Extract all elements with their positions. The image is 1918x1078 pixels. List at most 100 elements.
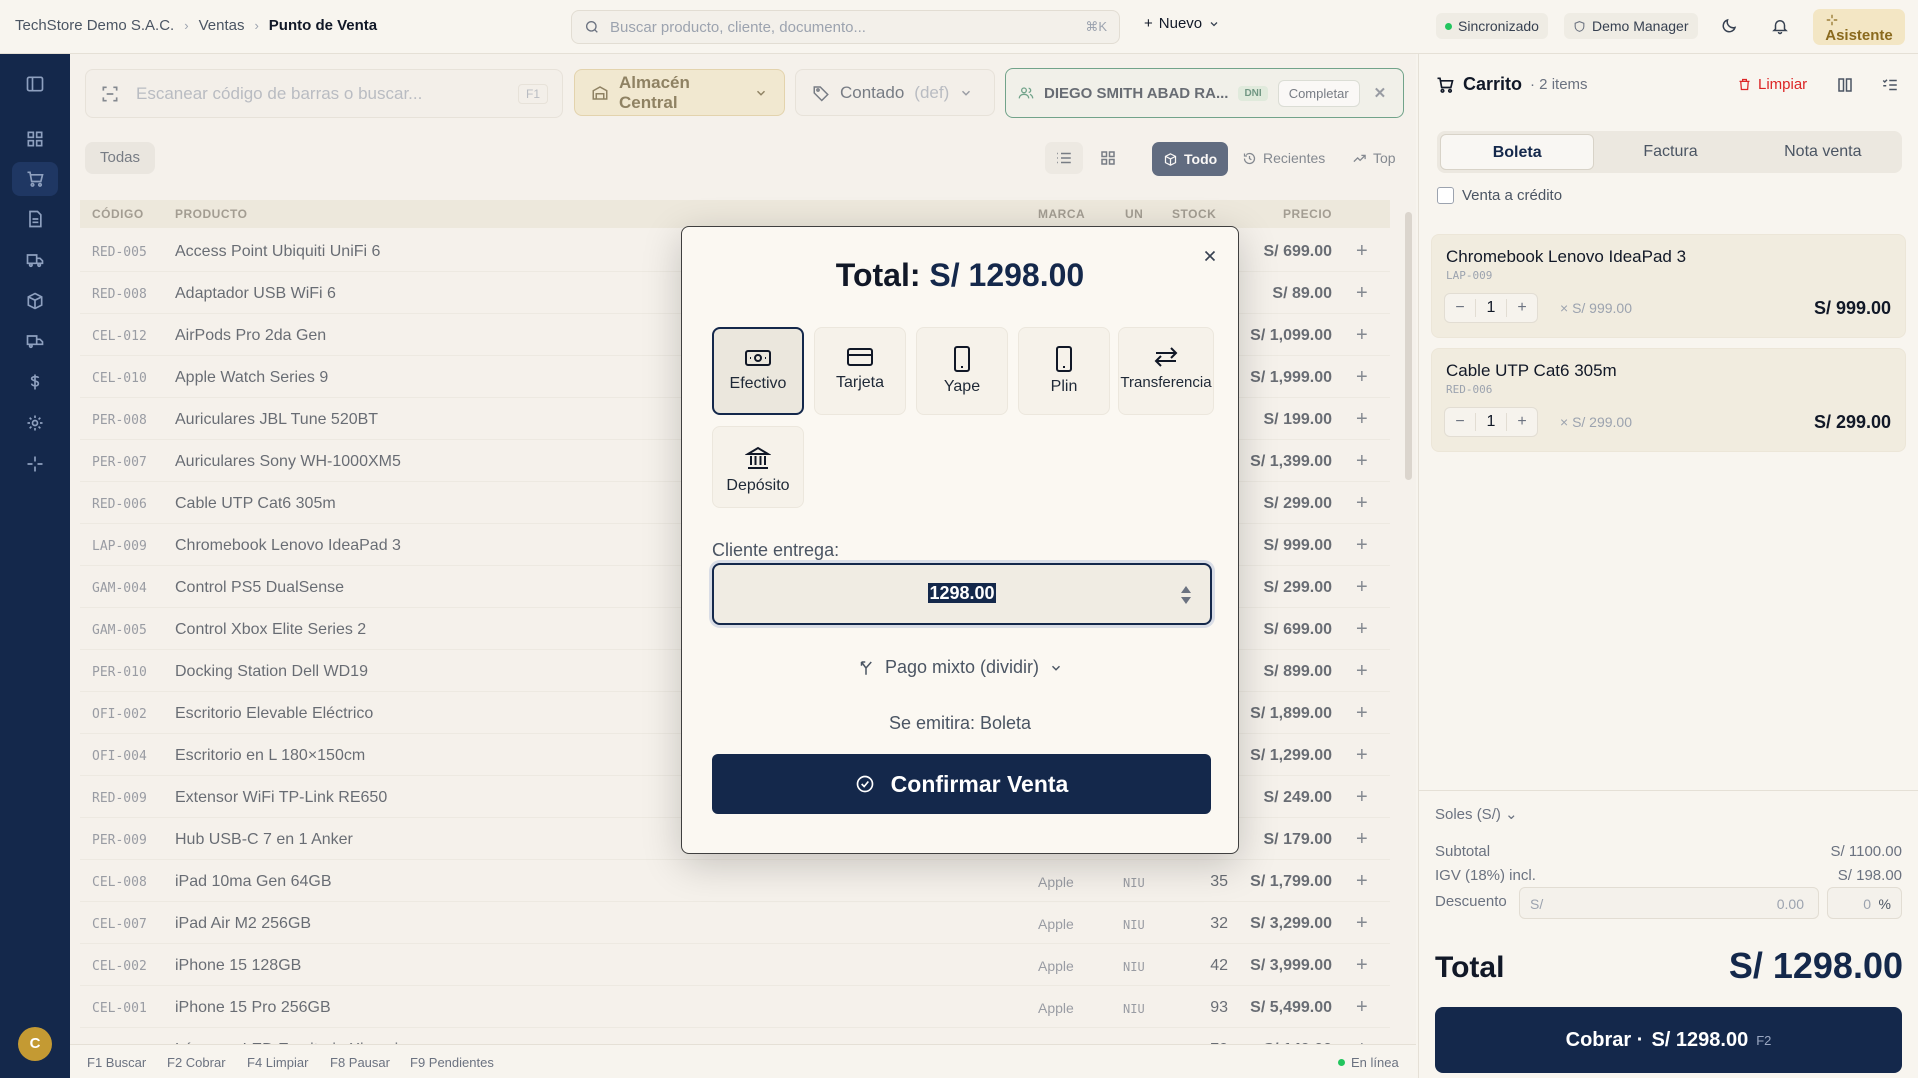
clear-cart-button[interactable]: Limpiar [1737, 76, 1807, 93]
quantity-stepper: − 1 + [1444, 293, 1538, 323]
checklist-icon[interactable] [1881, 76, 1899, 94]
new-button[interactable]: + Nuevo [1144, 15, 1220, 32]
breadcrumb-ventas[interactable]: Ventas [199, 17, 245, 34]
cart-item-unit-price: × S/ 299.00 [1560, 414, 1633, 430]
search-shortcut: ⌘K [1085, 19, 1107, 34]
percent-symbol: % [1878, 896, 1891, 912]
transfer-arrows-icon [1119, 346, 1213, 368]
payment-method-tarjeta[interactable]: Tarjeta [814, 327, 906, 415]
user-role-label: Demo Manager [1592, 18, 1689, 34]
quantity-value[interactable]: 1 [1475, 413, 1507, 431]
igv-label: IGV (18%) incl. [1435, 867, 1536, 884]
charge-button[interactable]: Cobrar · S/ 1298.00 F2 [1435, 1007, 1902, 1073]
subtotal-value: S/ 1100.00 [1830, 843, 1902, 860]
credit-card-icon [815, 346, 905, 368]
cart-summary: Soles (S/) ⌄ Subtotal S/ 1100.00 IGV (18… [1419, 790, 1918, 1078]
cart-item: Chromebook Lenovo IdeaPad 3 LAP-009 − 1 … [1431, 234, 1906, 338]
sync-status-badge[interactable]: Sincronizado [1436, 13, 1548, 39]
dashboard-icon[interactable] [25, 129, 45, 149]
credit-sale-toggle[interactable]: Venta a crédito [1437, 187, 1562, 204]
shortcut-footer: F1 Buscar F2 Cobrar F4 Limpiar F8 Pausar… [70, 1044, 1416, 1078]
connection-status: En línea [1338, 1055, 1399, 1070]
payment-method-deposito[interactable]: Depósito [712, 426, 804, 508]
decrement-button[interactable]: − [1445, 413, 1475, 431]
shield-icon [1573, 20, 1586, 33]
bell-icon[interactable] [1771, 17, 1789, 35]
payment-method-plin[interactable]: Plin [1018, 327, 1110, 415]
tab-nota-venta[interactable]: Nota venta [1747, 134, 1899, 170]
charge-label: Cobrar · [1565, 1028, 1644, 1051]
user-role-badge[interactable]: Demo Manager [1564, 13, 1698, 39]
cart-icon [1435, 75, 1455, 95]
cart-item-subtotal: S/ 299.00 [1813, 412, 1891, 432]
charge-amount: S/ 1298.00 [1651, 1028, 1749, 1051]
split-icon [857, 659, 875, 677]
document-type-tabs: Boleta Factura Nota venta [1437, 131, 1902, 173]
cart-panel: Carrito · 2 items Limpiar Boleta Factura… [1418, 54, 1918, 1078]
payment-method-transferencia[interactable]: Transferencia [1118, 327, 1214, 415]
split-payment-toggle[interactable]: Pago mixto (dividir) [682, 657, 1238, 678]
sidebar-item-pos[interactable] [12, 162, 58, 196]
truck-icon[interactable] [25, 250, 45, 270]
payment-method-label: Plin [1050, 378, 1078, 395]
dollar-icon[interactable] [25, 372, 45, 392]
breadcrumb-company[interactable]: TechStore Demo S.A.C. [15, 17, 174, 34]
discount-amount-value: 0.00 [1776, 896, 1804, 912]
cash-received-value: 1298.00 [928, 583, 996, 603]
payment-method-label: Tarjeta [835, 374, 885, 391]
currency-label: Soles (S/) [1435, 806, 1501, 823]
discount-amount-input[interactable]: S/ 0.00 [1519, 887, 1819, 919]
plus-icon: + [1144, 15, 1153, 32]
subtotal-label: Subtotal [1435, 843, 1491, 860]
payment-method-yape[interactable]: Yape [916, 327, 1008, 415]
shortcut-cobrar: F2 Cobrar [167, 1055, 226, 1070]
subtotal-row: Subtotal S/ 1100.00 [1435, 843, 1902, 860]
columns-icon[interactable] [1836, 76, 1854, 94]
breadcrumb: TechStore Demo S.A.C. › Ventas › Punto d… [15, 17, 377, 34]
igv-row: IGV (18%) incl. S/ 198.00 [1435, 867, 1902, 884]
sidebar: C [0, 54, 70, 1078]
number-spinner-icon[interactable] [1180, 584, 1192, 606]
avatar[interactable]: C [18, 1027, 52, 1061]
shortcut-buscar: F1 Buscar [87, 1055, 147, 1070]
payment-method-efectivo[interactable]: Efectivo [712, 327, 804, 415]
increment-button[interactable]: + [1507, 299, 1537, 317]
new-label: Nuevo [1158, 15, 1203, 32]
quantity-stepper: − 1 + [1444, 407, 1538, 437]
modal-total-label: Total: [835, 257, 921, 293]
cash-received-input[interactable]: 1298.00 [712, 563, 1212, 625]
global-search-placeholder: Buscar producto, cliente, documento... [610, 18, 866, 36]
payment-modal: Total: S/ 1298.00 Efectivo Tarjeta Yape … [681, 226, 1239, 854]
decrement-button[interactable]: − [1445, 299, 1475, 317]
discount-percent-input[interactable]: 0 % [1827, 887, 1902, 919]
cart-item-subtotal: S/ 999.00 [1813, 298, 1891, 318]
igv-value: S/ 198.00 [1837, 867, 1902, 884]
tab-factura[interactable]: Factura [1594, 134, 1746, 170]
cart-count: · 2 items [1530, 76, 1588, 93]
check-circle-icon [855, 774, 875, 794]
gear-icon[interactable] [25, 413, 45, 433]
sidebar-toggle-icon[interactable] [25, 74, 45, 94]
confirm-sale-button[interactable]: Confirmar Venta [712, 754, 1211, 814]
cart-item-code: RED-006 [1446, 383, 1493, 396]
box-icon[interactable] [25, 291, 45, 311]
credit-sale-checkbox[interactable] [1437, 187, 1454, 204]
shortcut-limpiar: F4 Limpiar [247, 1055, 309, 1070]
cart-item: Cable UTP Cat6 305m RED-006 − 1 + × S/ 2… [1431, 348, 1906, 452]
charge-shortcut: F2 [1756, 1032, 1772, 1048]
global-search-input[interactable]: Buscar producto, cliente, documento... ⌘… [571, 10, 1120, 44]
delivery-icon[interactable] [25, 331, 45, 351]
increment-button[interactable]: + [1507, 413, 1537, 431]
document-icon[interactable] [25, 209, 45, 229]
cart-item-unit-price: × S/ 999.00 [1560, 300, 1633, 316]
discount-percent-value: 0 [1863, 896, 1871, 912]
quantity-value[interactable]: 1 [1475, 299, 1507, 317]
tab-boleta[interactable]: Boleta [1440, 134, 1595, 170]
currency-select[interactable]: Soles (S/) ⌄ [1435, 805, 1518, 823]
moon-icon[interactable] [1720, 17, 1738, 35]
sparkle-icon[interactable] [25, 454, 45, 474]
assistant-button[interactable]: Asistente [1813, 9, 1905, 45]
cart-item-name: Chromebook Lenovo IdeaPad 3 [1446, 247, 1687, 266]
sync-dot-icon [1445, 22, 1452, 30]
close-icon[interactable] [1201, 247, 1219, 265]
